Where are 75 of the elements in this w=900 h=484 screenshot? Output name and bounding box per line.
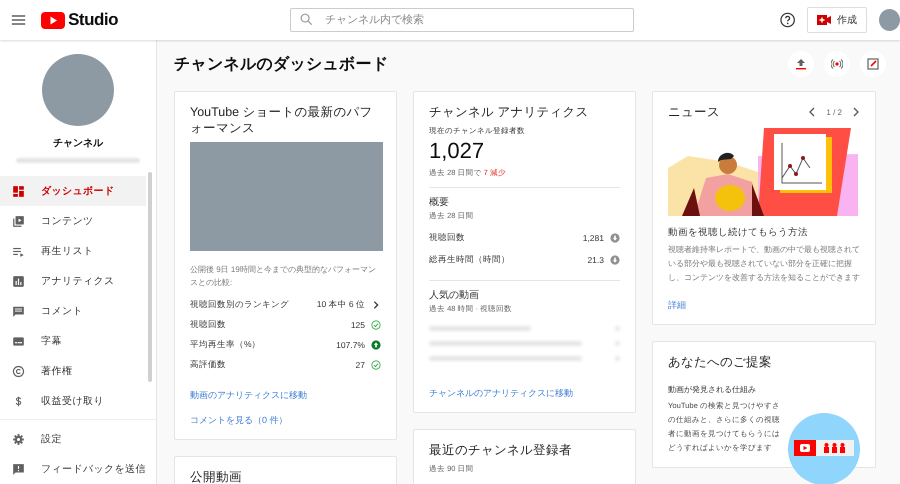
help-icon[interactable] [780,12,795,28]
logo-text[interactable]: Studio [68,10,118,30]
subscriber-count: 1,027 [429,138,486,164]
metric-value: 1,281 [582,233,604,243]
chevron-right-icon[interactable] [371,300,381,310]
scrollbar[interactable] [148,172,152,382]
card-title: あなたへのご提案 [668,354,773,370]
live-icon [831,58,843,70]
arrow-down-circle-icon [610,233,620,243]
feedback-icon [12,462,25,476]
arrow-up-circle-icon [371,340,381,350]
metric-value: 10 本中 6 位 [316,299,365,311]
metric-label: 総再生時間（時間） [429,254,510,266]
link[interactable]: チャンネルのアナリティクスに移動 [429,387,620,400]
link[interactable]: コメントを見る（0 件） [190,414,381,427]
sidebar-item[interactable]: 字幕 [0,326,146,356]
link[interactable]: 詳細 [668,299,860,312]
metric-value: 107.7% [336,340,365,350]
dashboard-icon [12,184,25,198]
metric-label: 視聴回数 [429,232,465,244]
upload-icon [795,58,807,70]
play-logo-icon[interactable] [41,12,66,28]
card-title: チャンネル アナリティクス [429,104,590,120]
edit-button[interactable] [860,51,886,77]
section-title: 概要 [429,196,450,209]
page-counter: 1 / 2 [826,108,842,116]
metric-value: 21.3 [587,255,604,265]
line-chart-icon [774,134,832,193]
metric-label: 高評価数 [190,359,226,371]
upload-button[interactable] [788,51,814,77]
sidebar-item[interactable]: フィードバックを送信 [0,454,146,484]
video-library-icon [12,214,25,228]
sidebar-item[interactable]: コンテンツ [0,206,146,236]
metric-label: 視聴回数別のランキング [190,299,289,311]
search-field[interactable]: チャンネル内で検索 [290,8,634,32]
metric-label: 視聴回数 [190,319,226,331]
comment-icon [12,304,25,318]
video-camera-icon [817,15,831,25]
chevron-right-icon[interactable] [852,107,860,117]
link[interactable]: 動画のアナリティクスに移動 [190,389,381,402]
card-title: 最近のチャンネル登録者 [429,442,573,458]
card-title: ニュース [668,104,720,120]
video-thumbnail[interactable] [190,142,383,251]
account-avatar[interactable] [879,9,900,31]
page-title: チャンネルのダッシュボード [174,54,390,74]
news-body: 視聴者維持率レポートで、動画の中で最も視聴されている部分や最も視聴されていない部分を正確に把握し、コンテンツを改善する方法を知ることができます [668,244,860,284]
section-title: 人気の動画 [429,289,480,302]
sidebar-item[interactable]: コメント [0,296,146,326]
suggestion-subtitle: 動画が発見される仕組み [668,384,757,395]
live-button[interactable] [824,51,850,77]
comparison-caption: 公開後 9日 19時間と今までの典型的なパフォーマンスとの比較: [190,264,377,289]
create-button[interactable]: 作成 [807,7,867,33]
sidebar-item[interactable]: ダッシュボード [0,176,146,206]
check-circle-icon [371,360,381,370]
arrow-down-circle-icon [610,255,620,265]
metric-label: 平均再生率（%） [190,339,261,351]
sidebar-item[interactable]: 再生リスト [0,236,146,266]
check-circle-icon [371,320,381,330]
sidebar-item[interactable]: アナリティクス [0,266,146,296]
channel-name: チャンネル [53,137,103,150]
settings-icon [12,432,25,446]
metric-value: 125 [350,320,365,330]
edit-icon [867,58,879,70]
subtitles-icon [12,334,25,348]
news-headline: 動画を視聴し続けてもらう方法 [668,226,809,239]
search-icon [300,13,313,26]
sidebar-item[interactable]: 設定 [0,424,146,454]
metric-value: 27 [356,360,365,370]
chevron-left-icon[interactable] [808,107,816,117]
bar-chart-icon [12,274,25,288]
card-title: YouTube ショートの最新のパフォーマンス [190,104,374,136]
sidebar-item[interactable]: 著作権 [0,356,146,386]
sidebar-item[interactable]: 収益受け取り [0,386,146,416]
copyright-icon [12,364,25,378]
card-title: 公開動画 [190,469,243,484]
